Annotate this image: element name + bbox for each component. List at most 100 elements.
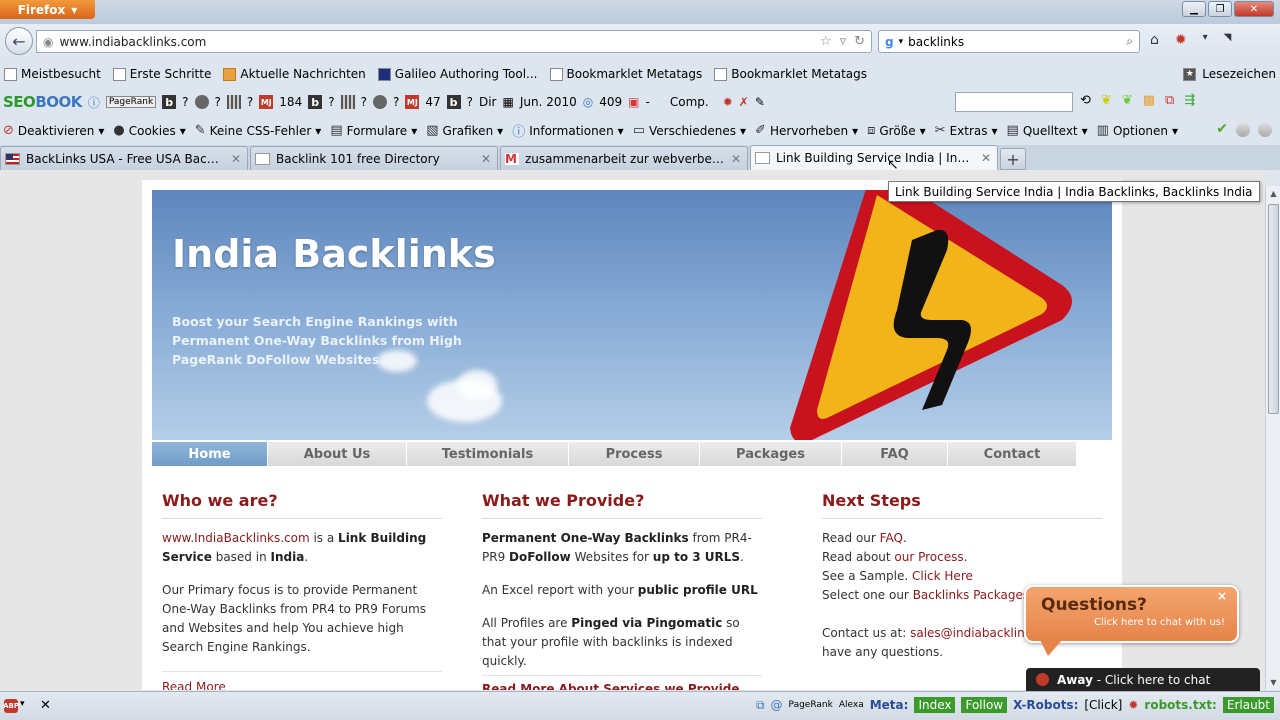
adblock-icon[interactable]: ABP (3, 699, 19, 713)
close-tab-icon[interactable]: ✕ (231, 152, 241, 166)
back-button[interactable]: ← (5, 27, 33, 55)
chevron-down-icon[interactable]: ▾ (899, 37, 904, 47)
webdev-item[interactable]: ▥ Optionen ▾ (1097, 123, 1178, 138)
site-link[interactable]: www.IndiaBacklinks.com (162, 531, 310, 545)
search-icon[interactable]: ⌕ (1126, 34, 1133, 49)
pagerank-status[interactable]: PageRank (789, 700, 833, 710)
leaf-icon[interactable]: ❦ (1122, 93, 1133, 108)
close-window-button[interactable]: ✕ (1234, 1, 1274, 17)
packages-link[interactable]: Backlinks Packages (913, 588, 1029, 602)
nav-process[interactable]: Process (569, 442, 700, 466)
circle-icon[interactable] (194, 95, 209, 109)
comp-dropdown[interactable]: Comp. (670, 95, 709, 109)
xrobots-value[interactable]: [Click] (1084, 698, 1122, 712)
spider-icon[interactable]: ✹ (1128, 698, 1138, 712)
eye-icon[interactable]: ◎ (583, 95, 593, 109)
network-icon[interactable]: ⧉ (756, 698, 765, 713)
webdev-item[interactable]: ⧈ Größe ▾ (867, 123, 926, 138)
scrollbar-thumb[interactable] (1268, 204, 1279, 414)
tab-india-backlinks[interactable]: Link Building Service India | India Bac.… (750, 145, 998, 170)
xhtml-icon[interactable]: ✗ (739, 95, 749, 109)
close-icon[interactable]: × (1217, 589, 1227, 603)
seobook-logo[interactable]: SEOBOOK (3, 93, 82, 111)
new-tab-button[interactable]: + (1000, 148, 1026, 170)
nav-contact[interactable]: Contact (948, 442, 1077, 466)
bookmark-item[interactable]: Meistbesucht (4, 67, 101, 81)
menu-icon[interactable]: ◥ (1224, 32, 1232, 48)
minimize-button[interactable]: ▁ (1182, 1, 1206, 17)
home-icon[interactable]: ⌂ (1150, 32, 1159, 48)
checkmark-icon[interactable]: ✔ (1216, 121, 1228, 137)
at-icon[interactable]: @ (771, 698, 783, 712)
sample-link[interactable]: Click Here (912, 569, 973, 583)
scroll-up-icon[interactable]: ▲ (1266, 186, 1280, 201)
webdev-item[interactable]: ▧ Grafiken ▾ (426, 123, 503, 138)
tab-backlinks-usa[interactable]: BackLinks USA - Free USA Backlinks t... ✕ (0, 146, 248, 170)
status-dot-icon[interactable] (1258, 123, 1272, 137)
webdev-item[interactable]: ✎ Keine CSS-Fehler ▾ (195, 123, 322, 138)
seobook-search-input[interactable] (955, 92, 1073, 112)
bookmark-item[interactable]: Aktuelle Nachrichten (223, 67, 366, 81)
status-dot-icon[interactable] (1236, 123, 1250, 137)
webdev-item[interactable]: ▭ Verschiedenes ▾ (633, 123, 746, 138)
link-icon[interactable]: ⧉ (1165, 93, 1174, 108)
nav-about-us[interactable]: About Us (268, 442, 407, 466)
bing-b-icon[interactable]: b (308, 95, 323, 109)
chat-status-bar[interactable]: Away - Click here to chat (1026, 668, 1260, 691)
nav-faq[interactable]: FAQ (842, 442, 948, 466)
firefox-menu-button[interactable]: Firefox ▾ (0, 0, 95, 19)
search-bar[interactable]: g ▾ backlinks ⌕ (878, 30, 1140, 53)
close-tab-icon[interactable]: ✕ (731, 152, 741, 166)
email-link[interactable]: sales@indiabacklinks (910, 626, 1038, 640)
grid-icon[interactable] (226, 95, 241, 109)
pagerank-widget[interactable]: PageRank (105, 96, 157, 108)
dropdown-icon[interactable]: ▿ (840, 34, 847, 49)
majestic-icon[interactable]: MJ (405, 95, 420, 109)
spider-icon[interactable]: ✹ (723, 95, 733, 109)
chevron-down-icon[interactable]: ▾ (20, 699, 25, 709)
close-tab-icon[interactable]: ✕ (481, 152, 491, 166)
bing-b-icon[interactable]: b (162, 95, 177, 109)
grid-icon[interactable] (340, 95, 355, 109)
vertical-scrollbar[interactable]: ▲ ▼ (1265, 186, 1280, 690)
bookmark-item[interactable]: Erste Schritte (112, 67, 211, 81)
process-link[interactable]: our Process (894, 550, 963, 564)
chat-invite-bubble[interactable]: Questions? Click here to chat with us! × (1024, 585, 1239, 643)
chevron-down-icon[interactable]: ▾ (1203, 32, 1208, 48)
webdev-item[interactable]: ⊘ Deaktivieren ▾ (3, 123, 104, 138)
mouse-icon[interactable]: ⟲ (1080, 93, 1091, 108)
edit-icon[interactable]: ✎ (755, 95, 765, 109)
majestic-icon[interactable]: MJ (259, 95, 274, 109)
addon-icon[interactable]: ✹ (1175, 32, 1187, 48)
robots-value[interactable]: Erlaubt (1222, 697, 1274, 713)
scroll-down-icon[interactable]: ▼ (1266, 675, 1280, 690)
webdev-item[interactable]: ✂ Extras ▾ (935, 123, 998, 138)
bookmark-star-icon[interactable]: ☆ (820, 34, 832, 49)
faq-link[interactable]: FAQ (880, 531, 903, 545)
close-tab-icon[interactable]: ✕ (981, 151, 991, 165)
tab-gmail[interactable]: Mzusammenarbeit zur webverbesserun... ✕ (500, 146, 748, 170)
flag-icon[interactable]: ▣ (628, 95, 639, 109)
nav-testimonials[interactable]: Testimonials (407, 442, 569, 466)
bing-b-icon[interactable]: b (446, 95, 461, 109)
webdev-item[interactable]: ▤ Quelltext ▾ (1007, 123, 1088, 138)
bookmark-item[interactable]: Bookmarklet Metatags (714, 67, 867, 81)
info-icon[interactable]: ⓘ (88, 94, 100, 111)
webdev-item[interactable]: ● Cookies ▾ (113, 123, 185, 138)
nav-home[interactable]: Home (152, 442, 268, 466)
webdev-item[interactable]: ▤ Formulare ▾ (330, 123, 417, 138)
follow-badge[interactable]: Follow (961, 697, 1008, 713)
webdev-item[interactable]: ⓘ Informationen ▾ (512, 121, 624, 141)
read-more-link[interactable]: Read More (162, 680, 226, 690)
arrow-icon[interactable]: ⇶ (1184, 93, 1195, 108)
tab-backlink-101[interactable]: Backlink 101 free Directory ✕ (250, 146, 498, 170)
url-bar[interactable]: ◉ www.indiabacklinks.com ☆ ▿ ↻ (36, 30, 872, 53)
webdev-item[interactable]: ✐ Hervorheben ▾ (755, 123, 858, 138)
maximize-button[interactable]: ❐ (1208, 1, 1232, 17)
reload-icon[interactable]: ↻ (854, 34, 865, 49)
bookmark-item[interactable]: Galileo Authoring Tool... (377, 67, 538, 81)
bookmarks-menu[interactable]: ★ Lesezeichen (1183, 67, 1276, 81)
leaf-icon[interactable]: ❦ (1101, 93, 1112, 108)
alexa-status[interactable]: Alexa (839, 700, 864, 710)
read-more-services-link[interactable]: Read More About Services we Provide (482, 682, 739, 690)
